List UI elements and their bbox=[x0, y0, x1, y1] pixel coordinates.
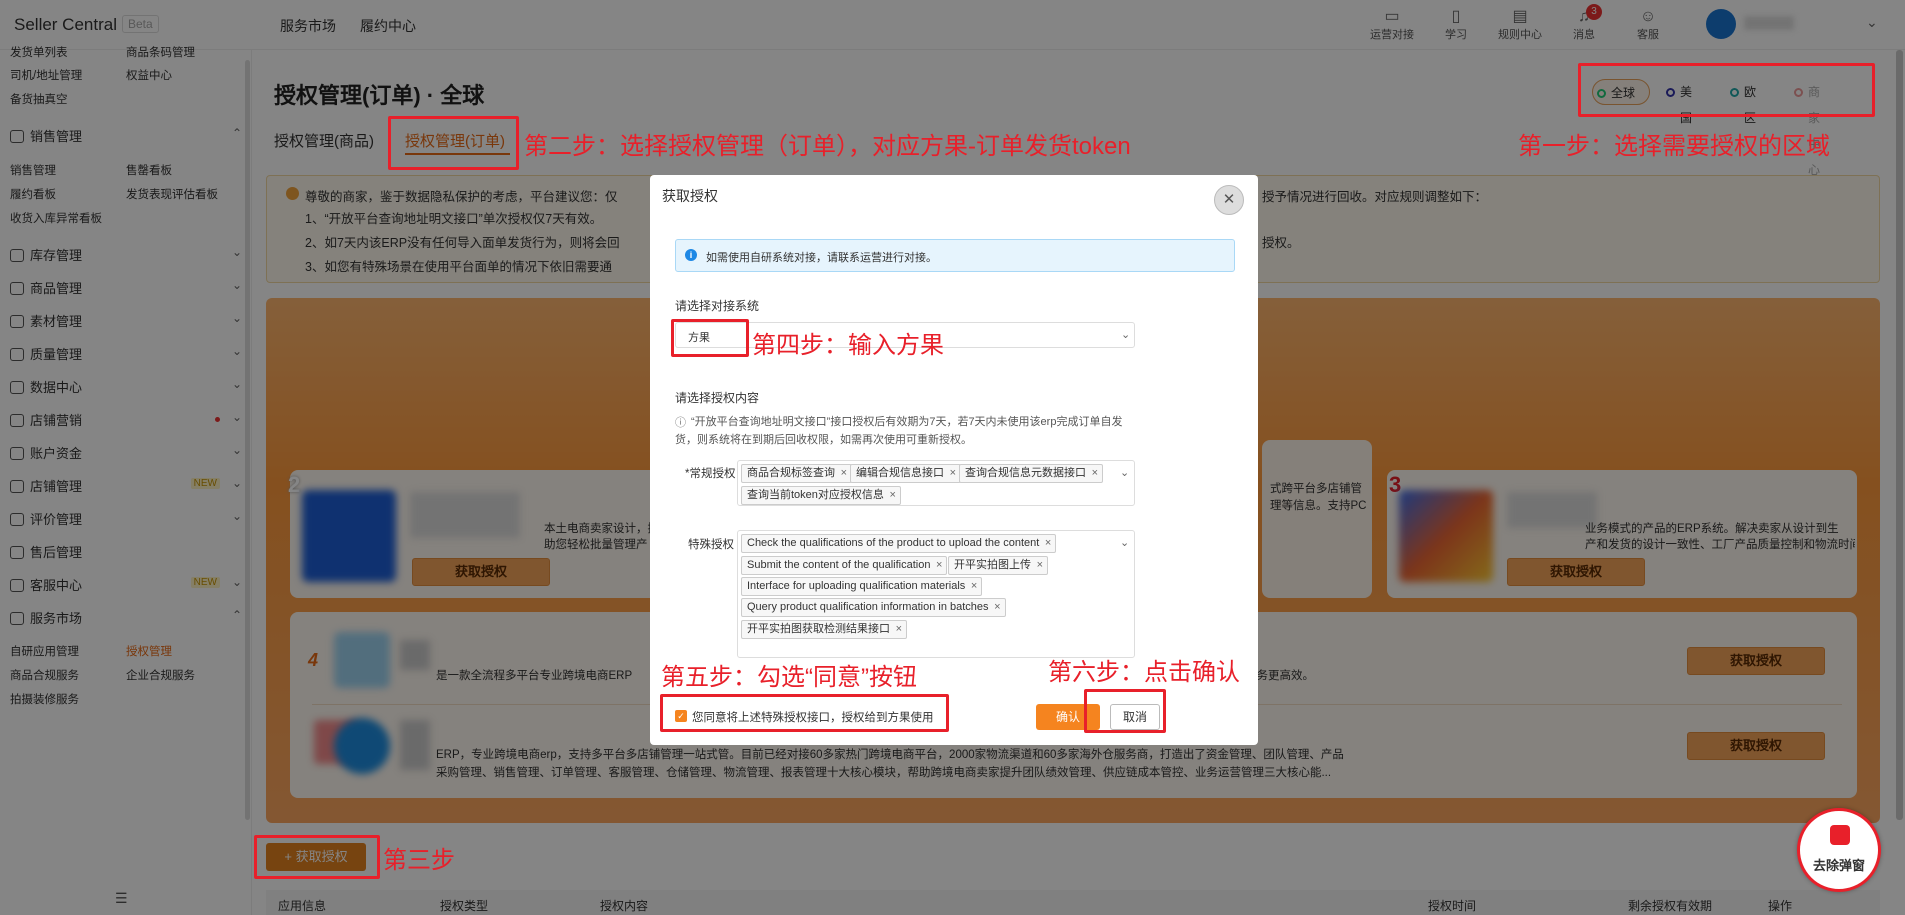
close-icon[interactable]: ✕ bbox=[1214, 185, 1244, 215]
annotation-step2: 第二步：选择授权管理（订单），对应方果-订单发货token bbox=[524, 133, 1131, 160]
auth-tag[interactable]: Query product qualification information … bbox=[741, 598, 1006, 617]
chevron-down-icon: ⌄ bbox=[1120, 537, 1130, 549]
special-auth-select[interactable]: Check the qualifications of the product … bbox=[737, 530, 1135, 658]
modal-title: 获取授权 bbox=[662, 188, 718, 204]
annotation-step6: 第六步：点击确认 bbox=[1048, 659, 1240, 686]
close-icon[interactable]: × bbox=[889, 487, 895, 504]
close-icon[interactable]: × bbox=[971, 578, 977, 595]
close-popup-float-button[interactable]: 去除弹窗 bbox=[1797, 808, 1881, 892]
close-icon[interactable]: × bbox=[1092, 465, 1098, 482]
annotation-box-tab bbox=[388, 116, 519, 170]
auth-tag[interactable]: 编辑合规信息接口 × bbox=[850, 464, 961, 483]
auth-tag[interactable]: 查询当前token对应授权信息 × bbox=[741, 486, 901, 505]
annotation-step3: 第三步 bbox=[383, 847, 455, 874]
content-label: 请选择授权内容 bbox=[675, 391, 760, 405]
apple-icon bbox=[1830, 825, 1850, 845]
auth-tag[interactable]: 商品合规标签查询 × bbox=[741, 464, 852, 483]
regular-auth-select[interactable]: 商品合规标签查询 × 编辑合规信息接口 × 查询合规信息元数据接口 × 查询当前tok… bbox=[737, 460, 1135, 506]
info-icon: i bbox=[685, 249, 697, 261]
close-icon[interactable]: × bbox=[1045, 535, 1051, 552]
chevron-down-icon: ⌄ bbox=[1120, 467, 1130, 479]
regular-auth-label: *常规授权 bbox=[685, 468, 736, 480]
auth-tag[interactable]: 开平实拍图上传 × bbox=[948, 556, 1048, 575]
annotation-box-agree bbox=[660, 694, 949, 732]
auth-note: “开放平台查询地址明文接口”接口授权后有效期为7天，若7天内未使用该erp完成订… bbox=[675, 416, 1123, 446]
system-label: 请选择对接系统 bbox=[675, 299, 760, 313]
special-auth-label: 特殊授权 bbox=[688, 539, 734, 551]
close-icon[interactable]: × bbox=[1037, 557, 1043, 574]
close-icon[interactable]: × bbox=[994, 599, 1000, 616]
auth-tag[interactable]: Check the qualifications of the product … bbox=[741, 534, 1057, 553]
close-icon[interactable]: × bbox=[936, 557, 942, 574]
annotation-box-confirm bbox=[1084, 689, 1166, 733]
auth-tag[interactable]: 开平实拍图获取检测结果接口 × bbox=[741, 620, 907, 639]
auth-tag[interactable]: Submit the content of the qualification × bbox=[741, 556, 948, 575]
chevron-down-icon: ⌄ bbox=[1121, 329, 1131, 341]
annotation-box-add bbox=[254, 835, 380, 879]
auth-tag[interactable]: Interface for uploading qualification ma… bbox=[741, 577, 983, 596]
annotation-box-system bbox=[671, 319, 749, 357]
info-text: 如需使用自研系统对接，请联系运营进行对接。 bbox=[706, 252, 937, 264]
close-icon[interactable]: × bbox=[950, 465, 956, 482]
annotation-step5: 第五步：勾选“同意”按钮 bbox=[661, 664, 917, 691]
annotation-box-region bbox=[1578, 63, 1875, 117]
annotation-step4: 第四步：输入方果 bbox=[752, 332, 944, 359]
annotation-step1: 第一步：选择需要授权的区域 bbox=[1518, 133, 1830, 160]
auth-tag[interactable]: 查询合规信息元数据接口 × bbox=[959, 464, 1103, 483]
close-icon[interactable]: × bbox=[841, 465, 847, 482]
close-icon[interactable]: × bbox=[896, 621, 902, 638]
